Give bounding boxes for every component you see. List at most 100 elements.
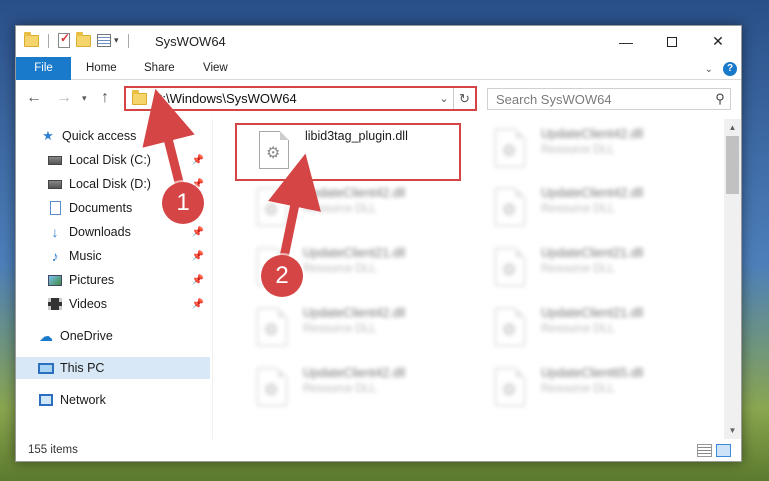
file-item[interactable]: ⚙ UpdateClient42.dll Resource DLL (473, 123, 699, 181)
step-1-badge: 1 (162, 182, 204, 224)
sidebar-item-pictures[interactable]: Pictures 📌 (16, 269, 210, 291)
file-type: Resource DLL (541, 203, 615, 215)
address-folder-icon (132, 89, 147, 105)
disk-icon (47, 152, 63, 168)
file-type: Resource DLL (303, 383, 377, 395)
window-controls: — ✕ (603, 26, 741, 57)
navigation-pane: ★ Quick access Local Disk (C:) 📌 Local D… (16, 119, 212, 439)
tab-home[interactable]: Home (72, 57, 131, 80)
toolbar-divider (48, 33, 49, 48)
up-arrow-icon[interactable]: ↑ (101, 89, 109, 107)
sidebar-item-this-pc[interactable]: This PC (16, 357, 210, 379)
title-bar: ▾ SysWOW64 — ✕ (16, 26, 741, 57)
tab-view[interactable]: View (189, 57, 242, 80)
sidebar-item-label: Music (69, 249, 102, 263)
sidebar-item-downloads[interactable]: ↓ Downloads 📌 (16, 221, 210, 243)
status-bar: 155 items (16, 439, 741, 461)
folder-icon (24, 31, 39, 47)
dll-file-icon: ⚙ (495, 188, 525, 226)
file-item[interactable]: ⚙ UpdateClient65.dll Resource DLL (473, 362, 699, 420)
customize-toolbar-caret-icon[interactable]: ▾ (114, 35, 119, 46)
sidebar-item-label: Documents (69, 201, 133, 215)
file-name: UpdateClient21.dll (303, 246, 406, 260)
properties-icon[interactable] (97, 34, 111, 47)
vertical-scrollbar[interactable]: ▲ ▼ (724, 119, 741, 439)
close-button[interactable]: ✕ (695, 26, 741, 57)
sidebar-item-quick-access[interactable]: ★ Quick access (16, 125, 210, 147)
ribbon-right-controls: ⌄ ? (705, 62, 737, 76)
file-name: UpdateClient42.dll (303, 306, 406, 320)
pin-icon: 📌 (191, 250, 204, 262)
sidebar-item-videos[interactable]: Videos 📌 (16, 293, 210, 315)
pictures-icon (47, 272, 63, 288)
step-2-badge: 2 (261, 255, 303, 297)
new-folder-icon[interactable] (76, 31, 91, 47)
navigation-bar: ← → ▾ ↑ C:\Windows\SysWOW64 ⌄ ↻ ⚲ (16, 80, 741, 116)
cloud-icon: ☁ (39, 327, 53, 344)
sidebar-item-local-disk-c[interactable]: Local Disk (C:) 📌 (16, 149, 210, 171)
maximize-button[interactable] (649, 26, 695, 57)
file-item[interactable]: ⚙ UpdateClient42.dll Resource DLL (235, 302, 461, 360)
pin-icon: 📌 (191, 298, 204, 310)
file-type: Resource DLL (541, 263, 615, 275)
file-name: UpdateClient42.dll (541, 186, 644, 200)
disk-icon (47, 176, 63, 192)
dll-file-icon: ⚙ (495, 308, 525, 346)
minimize-button[interactable]: — (603, 26, 649, 57)
file-item[interactable]: ⚙ UpdateClient21.dll Resource DLL (473, 302, 699, 360)
tab-file[interactable]: File (16, 57, 71, 80)
search-icon[interactable]: ⚲ (710, 91, 730, 107)
videos-icon (47, 296, 63, 312)
large-icons-view-icon[interactable] (716, 444, 731, 457)
item-count: 155 items (28, 444, 78, 456)
computer-icon (38, 360, 54, 376)
file-item-highlighted[interactable]: ⚙ libid3tag_plugin.dll (235, 123, 461, 181)
star-icon: ★ (42, 128, 54, 143)
recent-locations-caret-icon[interactable]: ▾ (82, 93, 87, 104)
refresh-button[interactable]: ↻ (453, 88, 475, 109)
sidebar-item-label: Pictures (69, 273, 115, 287)
file-item[interactable]: ⚙ UpdateClient42.dll Resource DLL (235, 182, 461, 240)
expand-ribbon-chevron-icon[interactable]: ⌄ (705, 64, 713, 75)
file-name: UpdateClient42.dll (303, 366, 406, 380)
toolbar-divider (127, 33, 129, 48)
explorer-window: ▾ SysWOW64 — ✕ File Home Share View ⌄ ? … (15, 25, 742, 462)
scroll-down-arrow-icon[interactable]: ▼ (724, 422, 741, 439)
search-input[interactable] (488, 91, 710, 107)
help-icon[interactable]: ? (723, 62, 737, 76)
sidebar-item-music[interactable]: ♪ Music 📌 (16, 245, 210, 267)
address-dropdown-icon[interactable]: ⌄ (435, 92, 453, 105)
sidebar-item-label: Videos (69, 297, 107, 311)
dll-file-icon: ⚙ (257, 308, 287, 346)
address-bar[interactable]: C:\Windows\SysWOW64 ⌄ ↻ (124, 86, 477, 111)
back-arrow-icon[interactable]: ← (26, 89, 42, 107)
details-view-icon[interactable] (697, 444, 712, 457)
scroll-up-arrow-icon[interactable]: ▲ (724, 119, 741, 136)
tab-share[interactable]: Share (130, 57, 189, 80)
ribbon-tabs: File Home Share View ⌄ ? (16, 57, 741, 80)
gear-icon: ⚙ (502, 202, 517, 219)
search-box[interactable]: ⚲ (487, 88, 731, 110)
address-path[interactable]: C:\Windows\SysWOW64 (153, 91, 435, 106)
sidebar-item-network[interactable]: Network (16, 389, 210, 411)
file-item[interactable]: ⚙ UpdateClient42.dll Resource DLL (235, 362, 461, 420)
sidebar-item-label: Local Disk (D:) (69, 177, 151, 191)
dll-file-icon: ⚙ (259, 131, 289, 169)
file-type: Resource DLL (303, 203, 377, 215)
sidebar-item-onedrive[interactable]: ☁ OneDrive (16, 325, 210, 347)
file-item[interactable]: ⚙ UpdateClient42.dll Resource DLL (473, 182, 699, 240)
sidebar-item-label: Downloads (69, 225, 131, 239)
forward-arrow-icon[interactable]: → (56, 89, 72, 107)
gear-icon: ⚙ (264, 382, 279, 399)
file-type: Resource DLL (303, 263, 377, 275)
sidebar-item-label: OneDrive (60, 329, 113, 343)
file-type: Resource DLL (303, 323, 377, 335)
quick-access-toolbar: ▾ (24, 31, 132, 48)
music-icon: ♪ (51, 248, 59, 264)
file-item[interactable]: ⚙ UpdateClient21.dll Resource DLL (473, 242, 699, 300)
file-name: UpdateClient21.dll (541, 306, 644, 320)
properties-check-icon[interactable] (58, 31, 70, 48)
scrollbar-thumb[interactable] (726, 136, 739, 194)
window-title: SysWOW64 (155, 34, 226, 49)
gear-icon: ⚙ (502, 262, 517, 279)
